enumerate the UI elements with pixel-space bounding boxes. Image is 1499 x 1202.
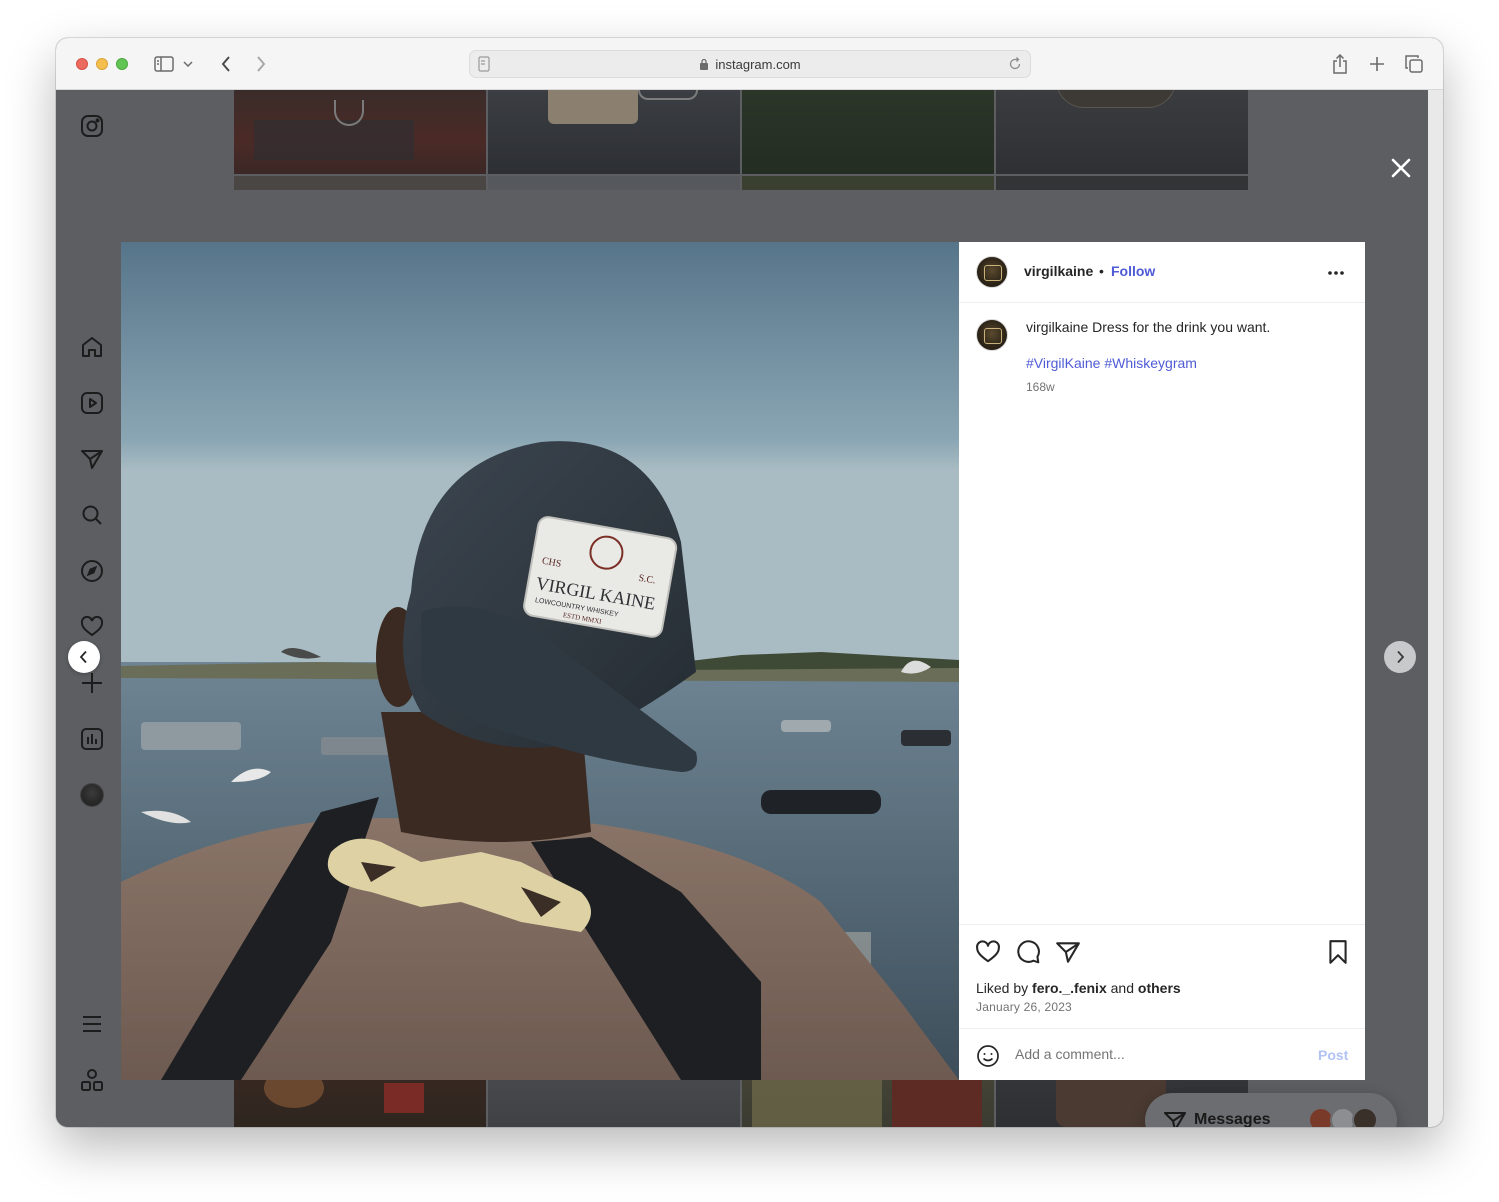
grid-tile[interactable]	[234, 90, 486, 174]
minimize-window-button[interactable]	[96, 58, 108, 70]
page-icon	[478, 56, 490, 75]
page-overlay: CHS S.C. VIRGIL KAINE LOWCOUNTRY WHISKEY…	[56, 90, 1428, 1127]
comment-input[interactable]	[1015, 1046, 1305, 1062]
post-header: virgilkaine • Follow	[959, 242, 1365, 303]
search-icon[interactable]	[78, 501, 106, 529]
direct-message-icon	[1163, 1109, 1187, 1127]
post-caption: virgilkaine Dress for the drink you want…	[1026, 318, 1336, 336]
grid-tile[interactable]	[996, 176, 1248, 190]
caption-age: 168w	[1026, 380, 1055, 394]
grid-tile[interactable]	[742, 90, 994, 174]
close-icon[interactable]	[1389, 156, 1413, 180]
follow-button[interactable]: Follow	[1111, 263, 1155, 279]
comment-icon[interactable]	[1015, 939, 1041, 965]
browser-toolbar: instagram.com	[56, 38, 1443, 90]
post-comment-button[interactable]: Post	[1318, 1047, 1348, 1063]
browser-window: instagram.com CHS S.C. VIRGIL KAINE LOWC…	[56, 38, 1443, 1127]
caption-avatar[interactable]	[976, 319, 1008, 351]
next-post-button[interactable]	[1384, 641, 1416, 673]
liked-prefix: Liked by	[976, 980, 1033, 996]
messages-button[interactable]: Messages	[1145, 1093, 1397, 1127]
create-icon[interactable]	[78, 669, 106, 697]
more-options-icon[interactable]	[1326, 263, 1346, 283]
reload-icon[interactable]	[1008, 56, 1022, 75]
author-avatar[interactable]	[976, 256, 1008, 288]
post-modal: CHS S.C. VIRGIL KAINE LOWCOUNTRY WHISKEY…	[121, 242, 1365, 1080]
profile-avatar[interactable]	[78, 781, 106, 809]
lock-icon	[699, 58, 709, 70]
sidebar-toggle-icon[interactable]	[152, 52, 176, 76]
menu-icon[interactable]	[78, 1010, 106, 1038]
comment-bar: Post	[959, 1028, 1365, 1080]
messages-label: Messages	[1194, 1111, 1271, 1127]
home-icon[interactable]	[78, 333, 106, 361]
forward-icon[interactable]	[249, 52, 273, 76]
direct-icon[interactable]	[78, 445, 106, 473]
new-tab-icon[interactable]	[1365, 52, 1389, 76]
grid-tile[interactable]	[996, 90, 1248, 174]
back-icon[interactable]	[214, 52, 238, 76]
heart-icon[interactable]	[78, 613, 106, 641]
url-text: instagram.com	[715, 56, 801, 72]
share-icon[interactable]	[1055, 939, 1081, 965]
tab-overview-icon[interactable]	[1402, 52, 1426, 76]
explore-icon[interactable]	[78, 557, 106, 585]
liked-user[interactable]: fero._.fenix	[1032, 980, 1107, 996]
author-username[interactable]: virgilkaine	[1024, 263, 1093, 279]
apps-icon[interactable]	[78, 1066, 106, 1094]
messages-avatar	[1352, 1107, 1378, 1127]
insights-icon[interactable]	[78, 725, 106, 753]
liked-others[interactable]: others	[1138, 980, 1181, 996]
close-window-button[interactable]	[76, 58, 88, 70]
post-actions: Liked by fero._.fenix and others January…	[959, 924, 1365, 1028]
chevron-down-icon[interactable]	[180, 52, 196, 76]
liked-by: Liked by fero._.fenix and others	[976, 980, 1181, 996]
separator-dot: •	[1099, 263, 1104, 279]
share-page-icon[interactable]	[1328, 52, 1352, 76]
liked-and: and	[1106, 980, 1138, 996]
zoom-window-button[interactable]	[116, 58, 128, 70]
grid-tile[interactable]	[234, 176, 486, 190]
post-photo[interactable]: CHS S.C. VIRGIL KAINE LOWCOUNTRY WHISKEY…	[121, 242, 959, 1080]
page-scrollbar[interactable]	[1428, 90, 1443, 1127]
post-sidebar: virgilkaine • Follow virgilkaine Dress f…	[959, 242, 1365, 1080]
previous-post-button[interactable]	[68, 641, 100, 673]
address-bar[interactable]: instagram.com	[469, 50, 1031, 78]
post-date[interactable]: January 26, 2023	[976, 1000, 1072, 1014]
emoji-icon[interactable]	[976, 1044, 1000, 1068]
like-heart-icon[interactable]	[975, 939, 1001, 965]
grid-tile[interactable]	[488, 176, 740, 190]
caption-text: Dress for the drink you want.	[1092, 319, 1271, 335]
reels-icon[interactable]	[78, 389, 106, 417]
bookmark-icon[interactable]	[1325, 939, 1351, 965]
caption-username[interactable]: virgilkaine	[1026, 319, 1088, 335]
caption-hashtags[interactable]: #VirgilKaine #Whiskeygram	[1026, 355, 1197, 371]
grid-tile[interactable]	[488, 90, 740, 174]
instagram-icon[interactable]	[78, 112, 106, 140]
grid-tile[interactable]	[742, 176, 994, 190]
